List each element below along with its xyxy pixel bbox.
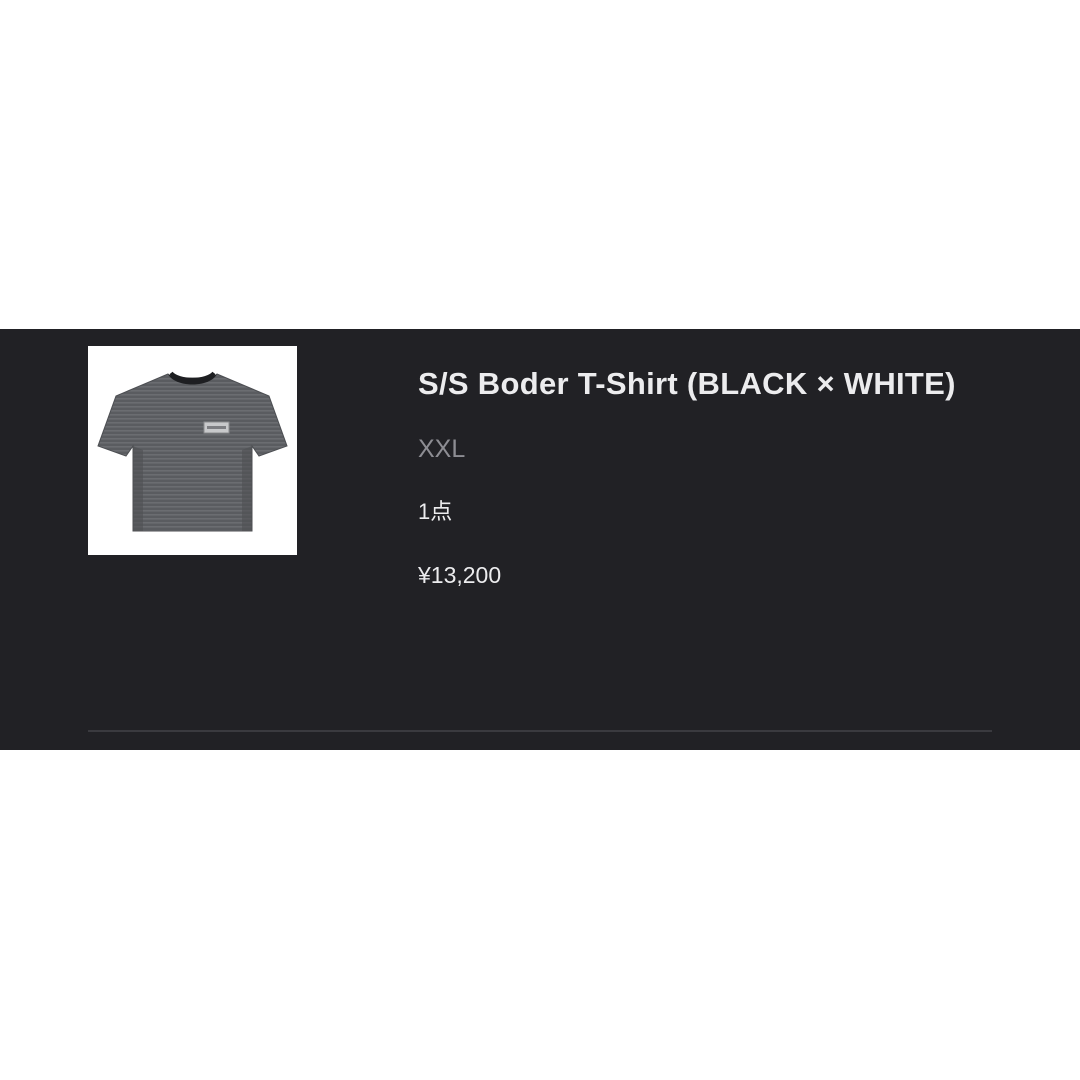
product-thumbnail[interactable]	[88, 346, 297, 555]
product-title[interactable]: S/S Boder T-Shirt (BLACK × WHITE)	[418, 357, 978, 410]
item-details: S/S Boder T-Shirt (BLACK × WHITE) XXL 1点…	[418, 357, 978, 590]
order-item-card: S/S Boder T-Shirt (BLACK × WHITE) XXL 1点…	[0, 329, 1080, 750]
quantity-label: 1点	[418, 499, 453, 524]
divider	[88, 730, 992, 732]
t-shirt-photo-icon	[88, 346, 297, 555]
page: S/S Boder T-Shirt (BLACK × WHITE) XXL 1点…	[0, 0, 1080, 1080]
price-label: ¥13,200	[418, 562, 502, 588]
size-label: XXL	[418, 435, 466, 463]
